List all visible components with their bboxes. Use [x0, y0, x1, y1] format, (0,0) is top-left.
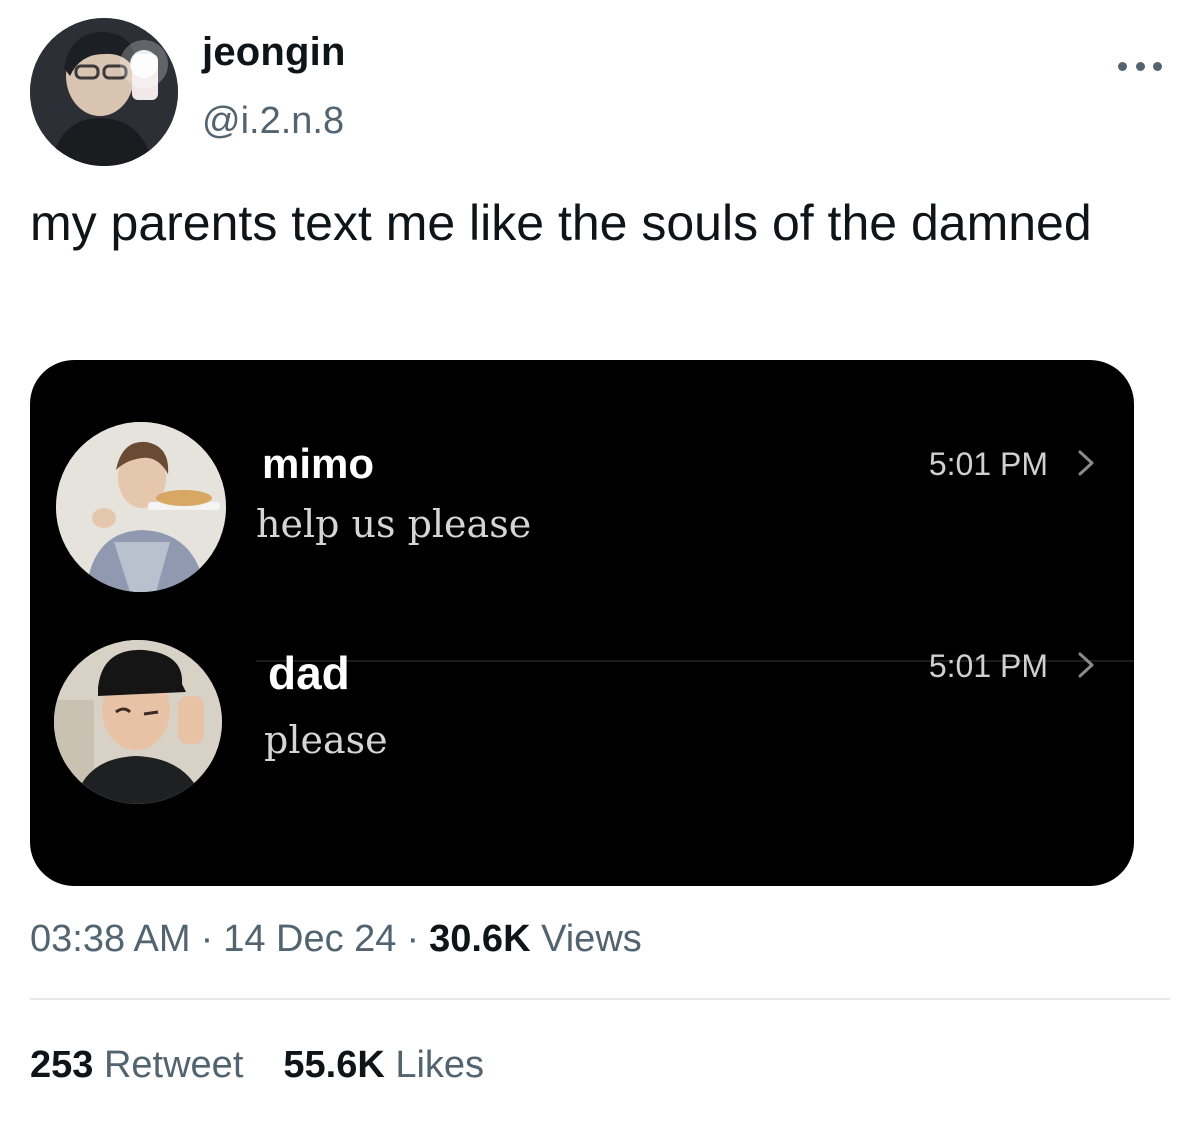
chevron-right-icon	[1078, 652, 1094, 678]
likes-label: Likes	[395, 1044, 485, 1086]
author-name[interactable]: jeongin	[202, 30, 346, 75]
author-handle[interactable]: @i.2.n.8	[202, 100, 344, 143]
message-preview: help us please	[256, 502, 532, 546]
retweets-label: Retweet	[103, 1044, 244, 1086]
more-dot	[1135, 61, 1145, 71]
tweet-date[interactable]: 14 Dec 24	[223, 918, 396, 960]
contact-avatar	[54, 640, 222, 804]
more-dot	[1153, 61, 1162, 71]
meta-separator: ·	[406, 918, 420, 960]
contact-avatar-image	[54, 640, 222, 804]
contact-name: dad	[268, 647, 350, 699]
tweet-text: my parents text me like the souls of the…	[30, 195, 1092, 251]
contact-name: mimo	[262, 440, 375, 487]
tweet: jeongin @i.2.n.8 my parents text me like…	[0, 0, 1200, 1124]
author-avatar[interactable]	[30, 18, 178, 166]
author-avatar-image	[30, 18, 178, 166]
chevron-right-icon	[1078, 450, 1094, 476]
meta-separator: ·	[200, 918, 214, 960]
views-count: 30.6K	[429, 918, 531, 960]
conversation-row: dad please 5:01 PM	[30, 636, 1134, 856]
retweets-count: 253	[30, 1044, 94, 1086]
message-preview: please	[264, 718, 388, 762]
more-dot	[1118, 61, 1127, 71]
likes-stat[interactable]: 55.6K Likes	[283, 1044, 484, 1087]
tweet-media-image[interactable]: mimo help us please 5:01 PM dad please 5…	[30, 360, 1134, 886]
retweets-stat[interactable]: 253 Retweet	[30, 1044, 243, 1087]
conversation-row: mimo help us please 5:01 PM	[30, 408, 1134, 662]
tweet-time[interactable]: 03:38 AM	[30, 918, 191, 960]
more-options-icon[interactable]	[1118, 54, 1162, 78]
tweet-stats: 253 Retweet 55.6K Likes	[30, 1044, 484, 1087]
contact-avatar-image	[56, 422, 226, 592]
section-divider	[30, 998, 1170, 1000]
views-label: Views	[541, 918, 642, 960]
contact-avatar	[56, 422, 226, 592]
message-time: 5:01 PM	[928, 446, 1048, 482]
likes-count: 55.6K	[283, 1044, 385, 1086]
tweet-meta: 03:38 AM · 14 Dec 24 · 30.6K Views	[30, 918, 642, 961]
message-time: 5:01 PM	[928, 648, 1048, 684]
